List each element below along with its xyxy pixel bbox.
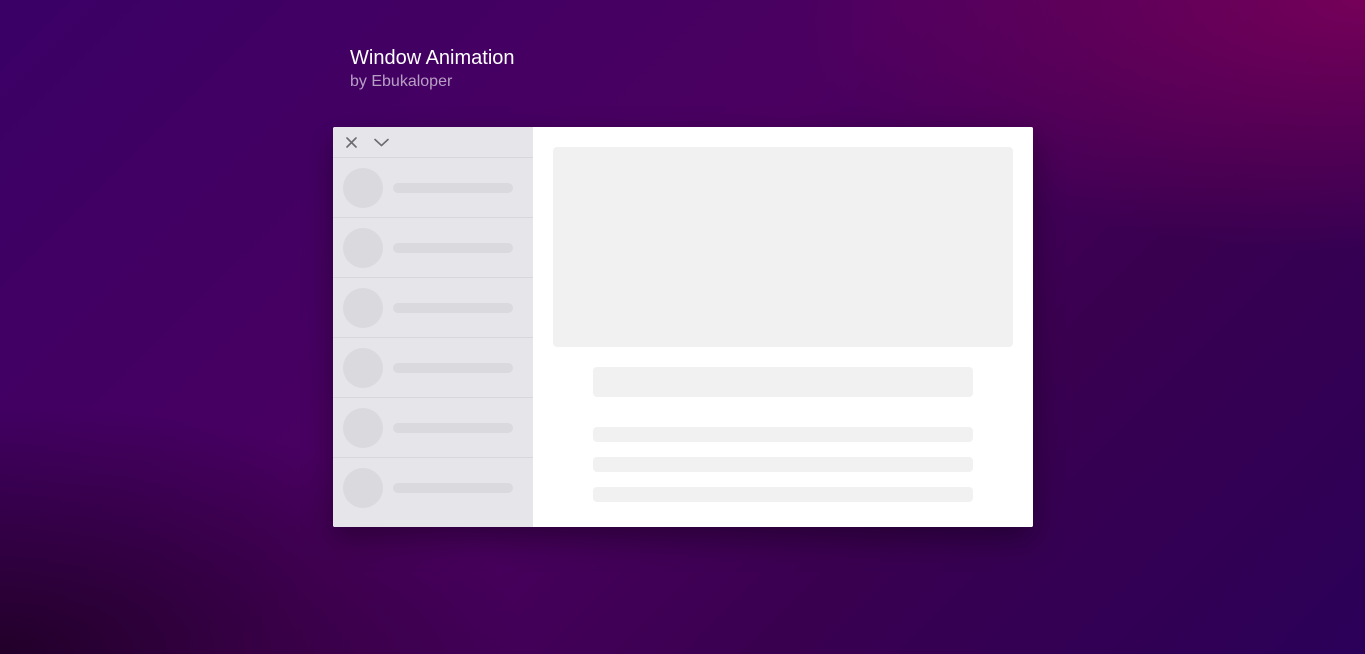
list-item[interactable] bbox=[333, 278, 533, 338]
text-placeholder bbox=[393, 242, 513, 253]
text-placeholder bbox=[393, 482, 513, 493]
sidebar bbox=[333, 127, 533, 527]
text-placeholder bbox=[393, 302, 513, 313]
collapse-button[interactable] bbox=[371, 132, 391, 152]
close-button[interactable] bbox=[341, 132, 361, 152]
page-title: Window Animation bbox=[350, 47, 515, 69]
list-item[interactable] bbox=[333, 338, 533, 398]
avatar-placeholder bbox=[343, 167, 383, 208]
text-placeholder bbox=[393, 422, 513, 433]
avatar-placeholder bbox=[343, 227, 383, 268]
page-header: Window Animation by Ebukaloper bbox=[350, 46, 515, 92]
list-item[interactable] bbox=[333, 158, 533, 218]
text-line-placeholder bbox=[593, 487, 973, 502]
text-line-placeholder bbox=[593, 427, 973, 442]
main-content bbox=[533, 127, 1033, 527]
avatar-placeholder bbox=[343, 347, 383, 388]
app-window bbox=[333, 127, 1033, 527]
avatar-placeholder bbox=[343, 287, 383, 328]
image-placeholder bbox=[553, 147, 1013, 347]
list-item[interactable] bbox=[333, 398, 533, 458]
window-toolbar bbox=[333, 127, 533, 158]
close-icon bbox=[345, 136, 357, 148]
list-item[interactable] bbox=[333, 458, 533, 517]
chevron-down-icon bbox=[373, 138, 389, 146]
text-line-placeholder bbox=[593, 457, 973, 472]
text-placeholder bbox=[393, 362, 513, 373]
text-placeholder bbox=[393, 182, 513, 193]
avatar-placeholder bbox=[343, 407, 383, 448]
heading-placeholder bbox=[593, 367, 973, 397]
list-item[interactable] bbox=[333, 218, 533, 278]
avatar-placeholder bbox=[343, 467, 383, 508]
author-byline: by Ebukaloper bbox=[350, 73, 453, 90]
